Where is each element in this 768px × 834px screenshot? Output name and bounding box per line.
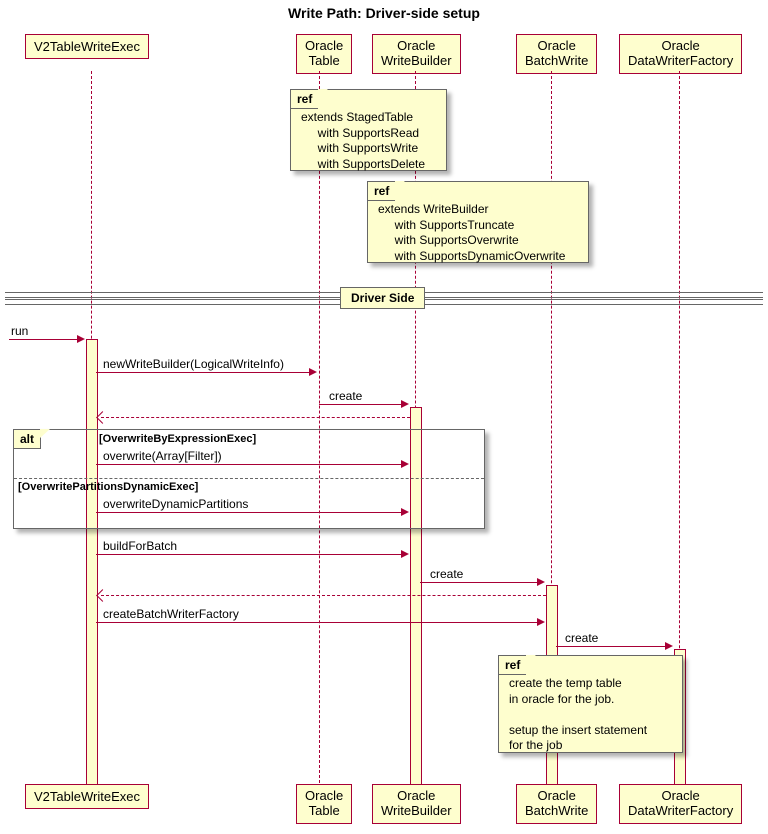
msg-create-batchwrite: create bbox=[430, 567, 463, 581]
alt-guard-2: [OverwritePartitionsDynamicExec] bbox=[18, 481, 198, 493]
ref-content: extends WriteBuilder with SupportsTrunca… bbox=[368, 182, 588, 270]
arrowhead-createbatchwriterfactory bbox=[537, 618, 545, 626]
divider-driver-side: Driver Side bbox=[340, 287, 425, 309]
arrow-createbatchwriterfactory bbox=[96, 622, 539, 623]
ref-tab: ref bbox=[367, 181, 395, 201]
arrowhead-return-writebuilder bbox=[96, 411, 109, 424]
arrow-run bbox=[9, 339, 79, 340]
alt-tab: alt bbox=[13, 429, 41, 449]
msg-newwritebuilder: newWriteBuilder(LogicalWriteInfo) bbox=[103, 357, 284, 371]
arrow-create-batchwrite bbox=[420, 582, 539, 583]
msg-buildforbatch: buildForBatch bbox=[103, 539, 177, 553]
arrow-return-batchwrite bbox=[101, 595, 546, 596]
msg-create-datawriterfactory: create bbox=[565, 631, 598, 645]
arrowhead-create-datawriterfactory bbox=[665, 642, 673, 650]
ref-tab: ref bbox=[498, 655, 526, 675]
msg-createbatchwriterfactory: createBatchWriterFactory bbox=[103, 607, 239, 621]
participant-oraclewritebuilder-bottom: OracleWriteBuilder bbox=[372, 784, 461, 824]
msg-run: run bbox=[11, 324, 28, 338]
arrow-newwritebuilder bbox=[96, 372, 311, 373]
participant-v2tablewriteexec-bottom: V2TableWriteExec bbox=[25, 784, 149, 809]
participant-v2tablewriteexec-top: V2TableWriteExec bbox=[25, 34, 149, 59]
diagram-title: Write Path: Driver-side setup bbox=[5, 5, 763, 21]
arrow-overwritedyn bbox=[96, 512, 403, 513]
sequence-diagram: V2TableWriteExec OracleTable OracleWrite… bbox=[5, 29, 763, 829]
msg-overwritedyn: overwriteDynamicPartitions bbox=[103, 497, 248, 511]
alt-divider bbox=[14, 478, 484, 479]
msg-create-writebuilder: create bbox=[329, 389, 362, 403]
participant-oraclebatchwrite-top: OracleBatchWrite bbox=[516, 34, 597, 74]
alt-box: alt [OverwriteByExpressionExec] [Overwri… bbox=[13, 429, 485, 529]
arrowhead-return-batchwrite bbox=[96, 589, 109, 602]
arrow-buildforbatch bbox=[96, 554, 403, 555]
arrowhead-create-batchwrite bbox=[537, 578, 545, 586]
ref-temp-table: ref create the temp table in oracle for … bbox=[498, 655, 683, 753]
participant-oraclewritebuilder-top: OracleWriteBuilder bbox=[372, 34, 461, 74]
arrow-create-datawriterfactory bbox=[556, 646, 667, 647]
arrowhead-overwritedyn bbox=[401, 508, 409, 516]
alt-guard-1: [OverwriteByExpressionExec] bbox=[99, 433, 256, 445]
participant-oracletable-bottom: OracleTable bbox=[296, 784, 352, 824]
ref-content: create the temp table in oracle for the … bbox=[499, 656, 682, 760]
participant-oracletable-top: OracleTable bbox=[296, 34, 352, 74]
arrowhead-create-writebuilder bbox=[401, 400, 409, 408]
ref-oracletable-extends: ref extends StagedTable with SupportsRea… bbox=[290, 89, 447, 171]
ref-tab: ref bbox=[290, 89, 318, 109]
ref-oraclewritebuilder-extends: ref extends WriteBuilder with SupportsTr… bbox=[367, 181, 589, 263]
participant-oracledatawriterfactory-top: OracleDataWriterFactory bbox=[619, 34, 742, 74]
arrowhead-buildforbatch bbox=[401, 550, 409, 558]
arrowhead-overwrite bbox=[401, 460, 409, 468]
participant-oracledatawriterfactory-bottom: OracleDataWriterFactory bbox=[619, 784, 742, 824]
msg-overwrite: overwrite(Array[Filter]) bbox=[103, 449, 222, 463]
arrow-return-writebuilder bbox=[101, 417, 410, 418]
arrow-create-writebuilder bbox=[319, 404, 403, 405]
arrowhead-newwritebuilder bbox=[309, 368, 317, 376]
arrow-overwrite bbox=[96, 464, 403, 465]
activation-v2tablewriteexec bbox=[86, 339, 98, 785]
participant-oraclebatchwrite-bottom: OracleBatchWrite bbox=[516, 784, 597, 824]
arrowhead-run bbox=[77, 335, 85, 343]
